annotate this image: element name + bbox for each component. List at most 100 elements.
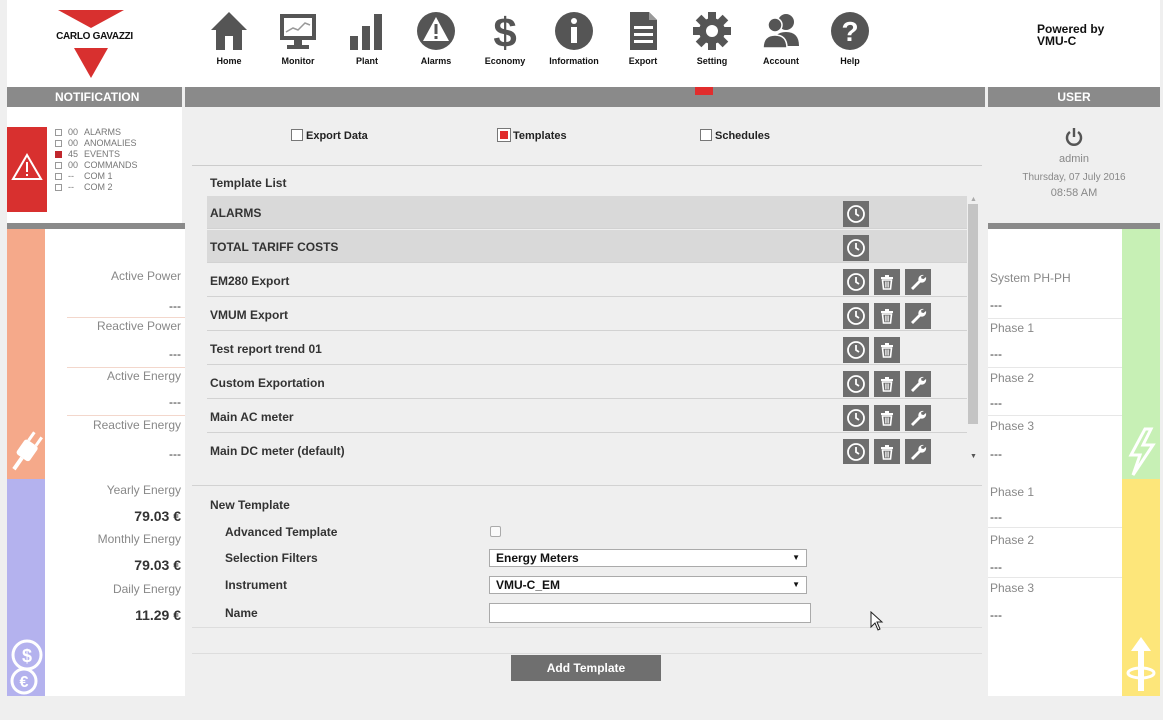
notification-checkbox[interactable] (55, 140, 62, 148)
notification-checkbox[interactable] (55, 184, 62, 192)
edit-button[interactable] (905, 303, 931, 329)
delete-button[interactable] (874, 269, 900, 295)
instrument-select[interactable]: VMU-C_EM ▼ (489, 576, 807, 594)
divider (988, 367, 1122, 368)
notification-row[interactable]: -- COM 2 (55, 182, 138, 193)
template-row[interactable]: TOTAL TARIFF COSTS (207, 230, 967, 263)
powered-by: Powered by VMU-C (1037, 23, 1104, 47)
notification-row[interactable]: -- COM 1 (55, 171, 138, 182)
delete-button[interactable] (874, 337, 900, 363)
notification-label: EVENTS (84, 149, 121, 159)
notification-row[interactable]: 00 COMMANDS (55, 160, 138, 171)
notification-row[interactable]: 00 ALARMS (55, 127, 138, 138)
nav-label: Account (763, 56, 799, 66)
edit-button[interactable] (905, 405, 931, 431)
edit-button[interactable] (905, 371, 931, 397)
active-power-label: Active Power (110, 269, 181, 283)
nav-label: Monitor (281, 56, 315, 66)
nav-monitor[interactable]: Monitor (266, 10, 330, 80)
template-name: Main AC meter (210, 410, 294, 424)
template-list-scrollbar[interactable]: ▲ ▼ (967, 196, 979, 464)
tab-templates[interactable]: Templates (497, 128, 567, 142)
delete-button[interactable] (874, 371, 900, 397)
scroll-up-arrow[interactable]: ▲ (970, 196, 977, 203)
clock-icon (847, 375, 865, 393)
notification-row[interactable]: 45 EVENTS (55, 149, 138, 160)
template-row[interactable]: Main DC meter (default) (207, 434, 967, 464)
delete-button[interactable] (874, 405, 900, 431)
schedule-button[interactable] (843, 371, 869, 397)
schedule-button[interactable] (843, 439, 869, 464)
clock-icon (847, 205, 865, 223)
delete-button[interactable] (874, 303, 900, 329)
notification-count: 00 (68, 160, 79, 170)
power-logout-icon[interactable] (1064, 127, 1084, 147)
selection-filters-select[interactable]: Energy Meters ▼ (489, 549, 807, 567)
selected-value: VMU-C_EM (496, 578, 561, 592)
nav-home[interactable]: Home (197, 10, 261, 80)
voltage-phase3-value: --- (990, 447, 1002, 461)
advanced-template-checkbox[interactable] (490, 526, 501, 537)
template-row[interactable]: VMUM Export (207, 298, 967, 331)
nav-plant[interactable]: Plant (335, 10, 399, 80)
nav-account[interactable]: Account (749, 10, 813, 80)
notification-checkbox[interactable] (55, 151, 62, 159)
nav-alarms[interactable]: Alarms (404, 10, 468, 80)
template-row[interactable]: EM280 Export (207, 264, 967, 297)
nav-information[interactable]: Information (542, 10, 606, 80)
mouse-cursor-icon (870, 611, 884, 631)
name-input[interactable] (489, 603, 811, 623)
schedule-button[interactable] (843, 269, 869, 295)
nav-setting[interactable]: Setting (680, 10, 744, 80)
daily-energy-label: Daily Energy (112, 582, 181, 596)
tab-schedules[interactable]: Schedules (700, 129, 770, 142)
nav-label: Information (549, 56, 599, 66)
nav-economy[interactable]: $ Economy (473, 10, 537, 80)
new-template-title: New Template (210, 498, 290, 512)
currency-coins-icon: $ € (10, 639, 43, 695)
schedule-button[interactable] (843, 235, 869, 261)
brand-name: CARLO GAVAZZI (56, 31, 133, 42)
carlo-gavazzi-logo[interactable]: CARLO GAVAZZI (52, 10, 137, 80)
edit-button[interactable] (905, 439, 931, 464)
notification-checkbox[interactable] (55, 173, 62, 181)
scrollbar-thumb[interactable] (968, 204, 978, 424)
schedule-button[interactable] (843, 201, 869, 227)
schedule-button[interactable] (843, 405, 869, 431)
monitor-icon (280, 14, 316, 49)
wrench-icon (911, 444, 927, 460)
scroll-down-arrow[interactable]: ▼ (970, 453, 977, 460)
plug-icon (12, 431, 43, 471)
nav-help[interactable]: ? Help (818, 10, 882, 80)
tab-export-data[interactable]: Export Data (291, 129, 368, 142)
template-row[interactable]: Main AC meter (207, 400, 967, 433)
template-row[interactable]: ALARMS (207, 196, 967, 229)
user-name: admin (1059, 153, 1089, 165)
notification-checkbox[interactable] (55, 162, 62, 170)
daily-energy-value: 11.29 € (135, 607, 181, 623)
notification-row[interactable]: 00 ANOMALIES (55, 138, 138, 149)
edit-button[interactable] (905, 269, 931, 295)
notification-count: -- (68, 182, 74, 192)
notification-bar: NOTIFICATION (7, 87, 182, 107)
template-row[interactable]: Test report trend 01 (207, 332, 967, 365)
notification-checkbox[interactable] (55, 129, 62, 137)
current-arrow-icon (1126, 637, 1156, 691)
template-row[interactable]: Custom Exportation (207, 366, 967, 399)
wrench-icon (911, 274, 927, 290)
name-label: Name (225, 606, 258, 620)
checkbox[interactable] (291, 129, 303, 141)
notification-alert[interactable] (7, 127, 47, 212)
system-ph-ph-value: --- (990, 298, 1002, 312)
schedule-button[interactable] (843, 303, 869, 329)
nav-export[interactable]: Export (611, 10, 675, 80)
tab-label: Schedules (715, 130, 771, 142)
checkbox[interactable] (700, 129, 712, 141)
add-template-button[interactable]: Add Template (511, 655, 661, 681)
info-icon (555, 12, 593, 50)
delete-button[interactable] (874, 439, 900, 464)
system-ph-ph-label: System PH-PH (990, 271, 1071, 285)
schedule-button[interactable] (843, 337, 869, 363)
divider (988, 318, 1122, 319)
checkbox-checked[interactable] (497, 128, 511, 142)
